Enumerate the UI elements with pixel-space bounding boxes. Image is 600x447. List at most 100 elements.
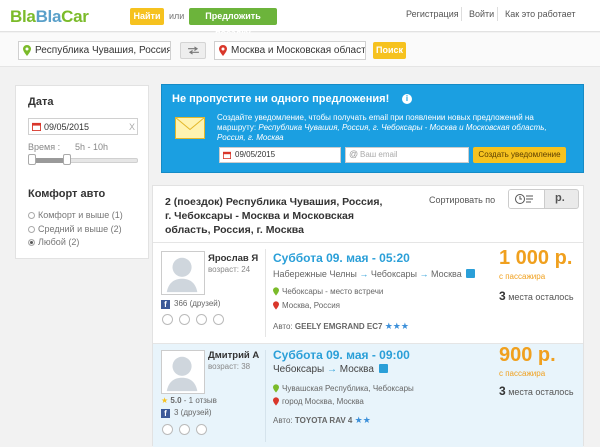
car-info: Авто: GEELY EMGRAND EC7 ★★★ — [273, 321, 409, 332]
pin-green-icon — [273, 287, 279, 296]
to-input[interactable]: Москва и Московская область, Россия — [214, 41, 366, 60]
avatar[interactable] — [161, 350, 205, 394]
info-icon[interactable]: i — [402, 94, 412, 104]
comfort-option-any[interactable]: Любой (2) — [28, 237, 79, 247]
trip-date[interactable]: Суббота 09. мая - 05:20 — [273, 251, 410, 265]
results-heading-line: г. Чебоксары - Москва и Московская — [165, 210, 354, 222]
trip-row[interactable]: Дмитрий А возраст: 38 ★ 5.0 - 1 отзыв f … — [153, 343, 583, 447]
pin-red-icon — [219, 45, 227, 56]
sort-toggle: р. — [508, 189, 579, 209]
blablacar-logo[interactable]: BlaBlaCar — [10, 7, 89, 27]
calendar-icon — [223, 151, 231, 159]
offer-ride-button[interactable]: Предложить поездку — [189, 8, 277, 38]
trip-row[interactable]: Ярослав Я возраст: 24 f 366 (друзей) Суб… — [153, 242, 583, 342]
alert-title: Не пропустите ни одного предложения! — [172, 93, 390, 105]
time-range-value: 5h - 10h — [75, 142, 109, 152]
register-link[interactable]: Регистрация — [406, 9, 459, 19]
date-filter-input[interactable]: 09/05/2015 X — [28, 118, 138, 135]
driver-rating: ★ 5.0 - 1 отзыв — [161, 396, 217, 405]
alert-email-input[interactable]: @ Ваш email — [345, 147, 469, 163]
highway-icon — [378, 364, 388, 373]
comfort-heading: Комфорт авто — [28, 188, 106, 200]
alert-route-prefix: маршруту: — [217, 123, 259, 132]
radio-selected-icon — [28, 239, 35, 246]
create-alert-button[interactable]: Создать уведомление — [473, 147, 566, 163]
how-it-works-link[interactable]: Как это работает — [505, 9, 575, 19]
time-range-slider[interactable] — [28, 158, 138, 163]
alert-description: Создайте уведомление, чтобы получать ema… — [217, 113, 577, 143]
avatar-placeholder-icon — [166, 356, 198, 392]
sort-by-price-button[interactable]: р. — [555, 192, 565, 204]
driver-name[interactable]: Ярослав Я — [208, 253, 258, 264]
destination-point: город Москва, Москва — [282, 397, 364, 406]
to-input-value: Москва и Московская область, Россия — [231, 45, 366, 56]
time-slider-handle-max[interactable] — [63, 154, 71, 165]
seats-count: 3 — [499, 289, 506, 303]
alert-route-text-end: Россия, г. Москва — [217, 133, 284, 142]
top-navigation-bar: BlaBlaCar Найти или Предложить поездку Р… — [0, 0, 600, 38]
trip-date[interactable]: Суббота 09. мая - 09:00 — [273, 348, 410, 362]
facebook-icon: f — [161, 409, 170, 418]
results-heading: 2 (поездок) Республика Чувашия, Россия, … — [165, 195, 425, 237]
route-mid: Чебоксары — [370, 269, 417, 279]
car-comfort-stars: ★★ — [354, 415, 371, 425]
comfort-option-medium[interactable]: Средний и выше (2) — [28, 224, 122, 234]
results-panel: 2 (поездок) Республика Чувашия, Россия, … — [152, 185, 584, 447]
or-text: или — [169, 11, 185, 21]
swap-button[interactable] — [180, 42, 206, 59]
pin-red-icon — [273, 397, 279, 406]
trip-price: 1 000 р. — [499, 247, 573, 269]
car-info: Авто: TOYOTA RAV 4 ★★ — [273, 415, 371, 426]
alert-date-input[interactable]: 09/05/2015 — [219, 147, 341, 163]
driver-age: возраст: 24 — [208, 265, 251, 274]
results-heading-line: 2 (поездок) Республика Чувашия, Россия, — [165, 196, 383, 208]
search-button[interactable]: Поиск — [373, 42, 406, 59]
alert-date-value: 09/05/2015 — [235, 150, 276, 159]
facebook-friends: 3 (друзей) — [174, 408, 212, 417]
pin-green-icon — [273, 384, 279, 393]
time-range-fill — [33, 158, 65, 163]
from-input[interactable]: Республика Чувашия, Россия, г. Чебоксары — [18, 41, 171, 60]
comfort-option-label: Средний и выше — [38, 224, 109, 234]
comfort-option-label: Комфорт и выше — [38, 210, 110, 220]
highway-icon — [466, 269, 476, 278]
car-model: TOYOTA RAV 4 — [294, 416, 353, 425]
route-from: Чебоксары — [273, 364, 325, 375]
meeting-point: Чебоксары - место встречи — [282, 287, 384, 296]
seats-left: 3 места осталось — [499, 289, 574, 303]
car-model: GEELY EMGRAND EC7 — [294, 322, 383, 331]
email-at-icon: @ — [349, 149, 359, 159]
calendar-icon — [32, 122, 41, 131]
arrow-right-icon: → — [419, 269, 429, 279]
sort-by-time-button[interactable] — [509, 190, 545, 208]
search-bar: Республика Чувашия, Россия, г. Чебоксары… — [0, 33, 600, 67]
trip-price: 900 р. — [499, 344, 556, 366]
avatar[interactable] — [161, 251, 205, 295]
filters-sidebar: Дата 09/05/2015 X Время : 5h - 10h Комфо… — [15, 85, 149, 259]
divider — [265, 249, 266, 337]
pin-green-icon — [23, 45, 31, 56]
login-link[interactable]: Войти — [469, 9, 494, 19]
rating-count: - 1 отзыв — [183, 396, 217, 405]
radio-icon — [28, 212, 35, 219]
time-slider-handle-min[interactable] — [28, 154, 36, 165]
price-note: с пассажира — [499, 272, 546, 281]
destination-point: Москва, Россия — [282, 301, 340, 310]
results-heading-line: область, Россия, г. Москва — [165, 224, 304, 236]
facebook-friends: 366 (друзей) — [174, 299, 221, 308]
pets-preference-icon — [179, 424, 190, 435]
logo-part-3: Car — [61, 7, 89, 26]
date-heading: Дата — [28, 96, 54, 108]
seats-text: места осталось — [508, 387, 574, 397]
find-button[interactable]: Найти — [130, 8, 164, 25]
divider — [497, 7, 498, 21]
driver-name[interactable]: Дмитрий А — [208, 350, 259, 361]
from-input-value: Республика Чувашия, Россия, г. Чебоксары — [35, 45, 171, 56]
comfort-option-comfort[interactable]: Комфорт и выше (1) — [28, 210, 123, 220]
date-clear-button[interactable]: X — [129, 122, 135, 132]
car-comfort-stars: ★★★ — [384, 321, 409, 331]
email-alert-box: Не пропустите ни одного предложения! i С… — [161, 84, 584, 173]
date-filter-value: 09/05/2015 — [44, 122, 90, 132]
clock-icon — [515, 194, 533, 204]
rating-value: 5.0 — [170, 396, 182, 405]
